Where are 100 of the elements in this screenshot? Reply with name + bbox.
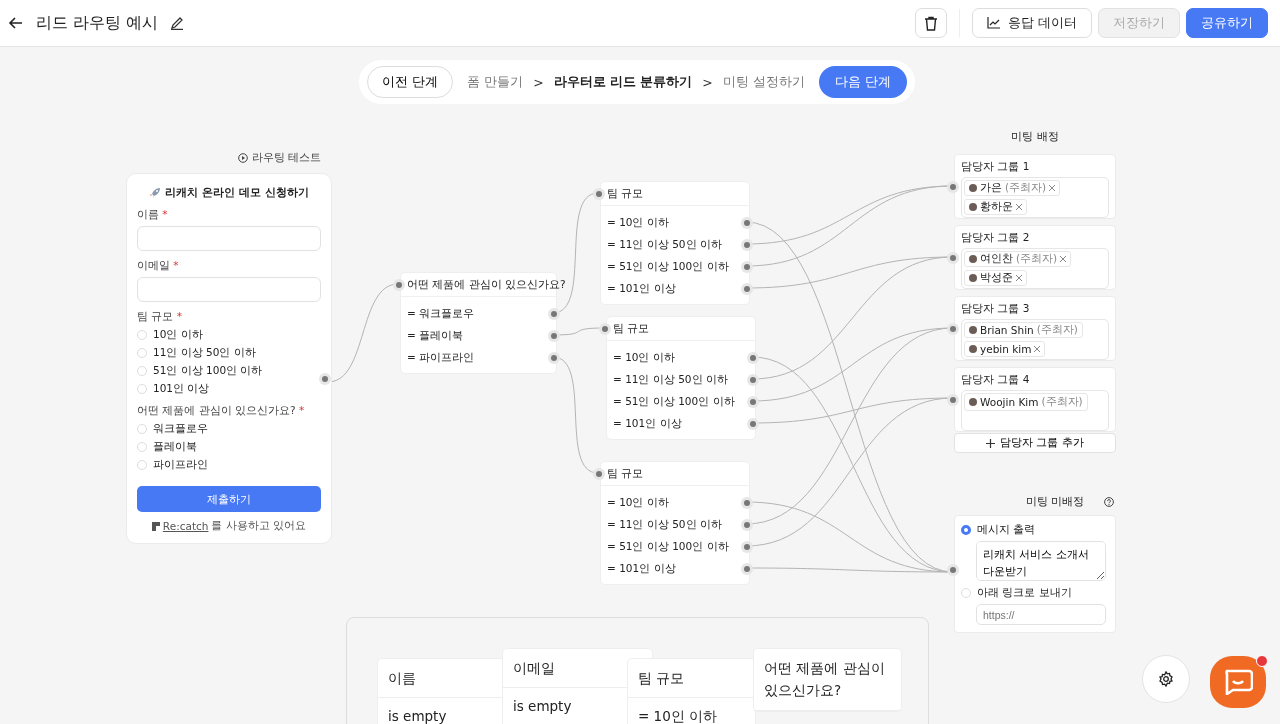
assignee-field[interactable]: Brian Shin (주최자) yebin kim [961, 319, 1109, 360]
assignee-name: 가은 [980, 181, 1002, 195]
connection-port[interactable] [396, 282, 402, 288]
pencil-icon[interactable] [170, 16, 185, 30]
recatch-link[interactable]: Re:catch [162, 520, 209, 532]
connection-port[interactable] [744, 264, 750, 270]
connection-port[interactable] [950, 326, 956, 332]
condition-label: is empty [513, 698, 572, 715]
step-tab[interactable]: 폼 만들기 [467, 73, 524, 91]
condition-label: = 10인 이하 [638, 708, 718, 724]
condition-label: = 11인 이상 50인 이하 [613, 373, 728, 387]
submit-button[interactable]: 제출하기 [137, 486, 321, 512]
text-input[interactable] [137, 226, 321, 251]
connection-port[interactable] [744, 522, 750, 528]
connection-port[interactable] [750, 399, 756, 405]
connection-port[interactable] [744, 220, 750, 226]
settings-button[interactable] [1142, 655, 1190, 703]
avatar-icon [969, 274, 977, 282]
connection-port[interactable] [950, 567, 956, 573]
connection-port[interactable] [744, 242, 750, 248]
condition-label: = 10인 이하 [613, 351, 675, 365]
connection-port[interactable] [596, 191, 602, 197]
option-label: 아래 링크로 보내기 [977, 586, 1072, 600]
add-group-button[interactable]: 담당자 그룹 추가 [954, 433, 1116, 453]
option-label: 101인 이상 [153, 382, 210, 396]
field-label: 어떤 제품에 관심이 있으신가요? [137, 404, 296, 416]
next-step-button[interactable]: 다음 단계 [818, 66, 907, 98]
group-name: 담당자 그룹 2 [961, 231, 1031, 245]
step-tab[interactable]: 미팅 설정하기 [722, 73, 805, 91]
line-chart-icon [986, 17, 1000, 29]
assignee-name: Woojin Kim [980, 396, 1039, 408]
role-label: (주최자) [1036, 323, 1078, 337]
avatar-icon [969, 345, 977, 353]
assignee-name: Brian Shin [980, 324, 1034, 336]
role-label: (주최자) [1016, 252, 1058, 266]
close-icon[interactable] [1049, 185, 1056, 191]
assignee-field[interactable]: Woojin Kim (주최자) [961, 390, 1109, 431]
group-name: 담당자 그룹 4 [961, 373, 1031, 387]
connection-port[interactable] [744, 286, 750, 292]
step-separator: > [533, 74, 544, 90]
option-label: 워크플로우 [153, 422, 208, 436]
back-arrow-icon[interactable] [8, 15, 24, 31]
field-label: 이름 [137, 208, 159, 220]
text-input[interactable] [137, 277, 321, 302]
connection-port[interactable] [950, 184, 956, 190]
close-icon[interactable] [1034, 346, 1041, 352]
radio-button[interactable] [961, 525, 971, 535]
connection-port[interactable] [596, 471, 602, 477]
link-input[interactable]: https:// [976, 604, 1106, 625]
connection-port[interactable] [551, 333, 557, 339]
connection-port[interactable] [750, 355, 756, 361]
connection-port[interactable] [750, 377, 756, 383]
page-title: 리드 라우팅 예시 [36, 12, 159, 34]
share-button[interactable]: 공유하기 [1186, 8, 1268, 38]
condition-label: = 101인 이상 [613, 417, 682, 431]
role-label: (주최자) [1041, 395, 1083, 409]
connection-port[interactable] [950, 397, 956, 403]
connection-port[interactable] [551, 311, 557, 317]
connection-port[interactable] [602, 326, 608, 332]
footer-text: 를 사용하고 있어요 [211, 519, 307, 533]
connection-port[interactable] [750, 421, 756, 427]
close-icon[interactable] [1016, 204, 1022, 210]
condition-label: = 51인 이상 100인 이하 [613, 395, 735, 409]
section-title: 미팅 배정 [1010, 130, 1060, 144]
node-title: 팀 규모 [607, 466, 644, 481]
routing-test-link[interactable]: 라우팅 테스트 [238, 151, 322, 165]
assignee-field[interactable]: 가은 (주최자) 황하운 [961, 177, 1109, 218]
delete-button[interactable] [914, 8, 947, 38]
chat-button[interactable] [1210, 656, 1266, 708]
previous-step-button[interactable]: 이전 단계 [367, 66, 454, 98]
avatar-icon [969, 398, 977, 406]
close-icon[interactable] [1016, 275, 1022, 281]
settings-icon [1158, 671, 1174, 687]
condition-label: = 101인 이상 [607, 562, 676, 576]
connection-port[interactable] [744, 544, 750, 550]
message-textarea[interactable]: 리캐치 서비스 소개서 다운받기 [976, 541, 1106, 581]
connection-port[interactable] [950, 255, 956, 261]
required-mark: * [176, 310, 182, 322]
checkbox[interactable] [137, 424, 147, 434]
close-icon[interactable] [1060, 256, 1067, 262]
help-icon[interactable] [1104, 497, 1114, 507]
checkbox[interactable] [137, 460, 147, 470]
condition-label: = 워크플로우 [407, 307, 475, 321]
trash-icon [923, 15, 938, 31]
assignee-field[interactable]: 여인찬 (주최자) 박성준 [961, 248, 1109, 289]
checkbox[interactable] [137, 442, 147, 452]
connection-port[interactable] [551, 355, 557, 361]
condition-label: = 51인 이상 100인 이하 [607, 260, 729, 274]
step-tab[interactable]: 라우터로 리드 분류하기 [553, 73, 693, 91]
avatar-icon [969, 203, 977, 211]
chat-icon [1223, 669, 1253, 695]
response-data-button[interactable]: 응답 데이터 [971, 8, 1092, 38]
required-mark: * [173, 259, 179, 271]
connection-port[interactable] [322, 376, 328, 382]
connection-port[interactable] [744, 500, 750, 506]
condition-label: = 파이프라인 [407, 351, 475, 365]
connection-port[interactable] [744, 566, 750, 572]
notification-dot [1256, 655, 1268, 667]
avatar-icon [969, 184, 977, 192]
section-title: 미팅 미배정 [1025, 495, 1084, 509]
